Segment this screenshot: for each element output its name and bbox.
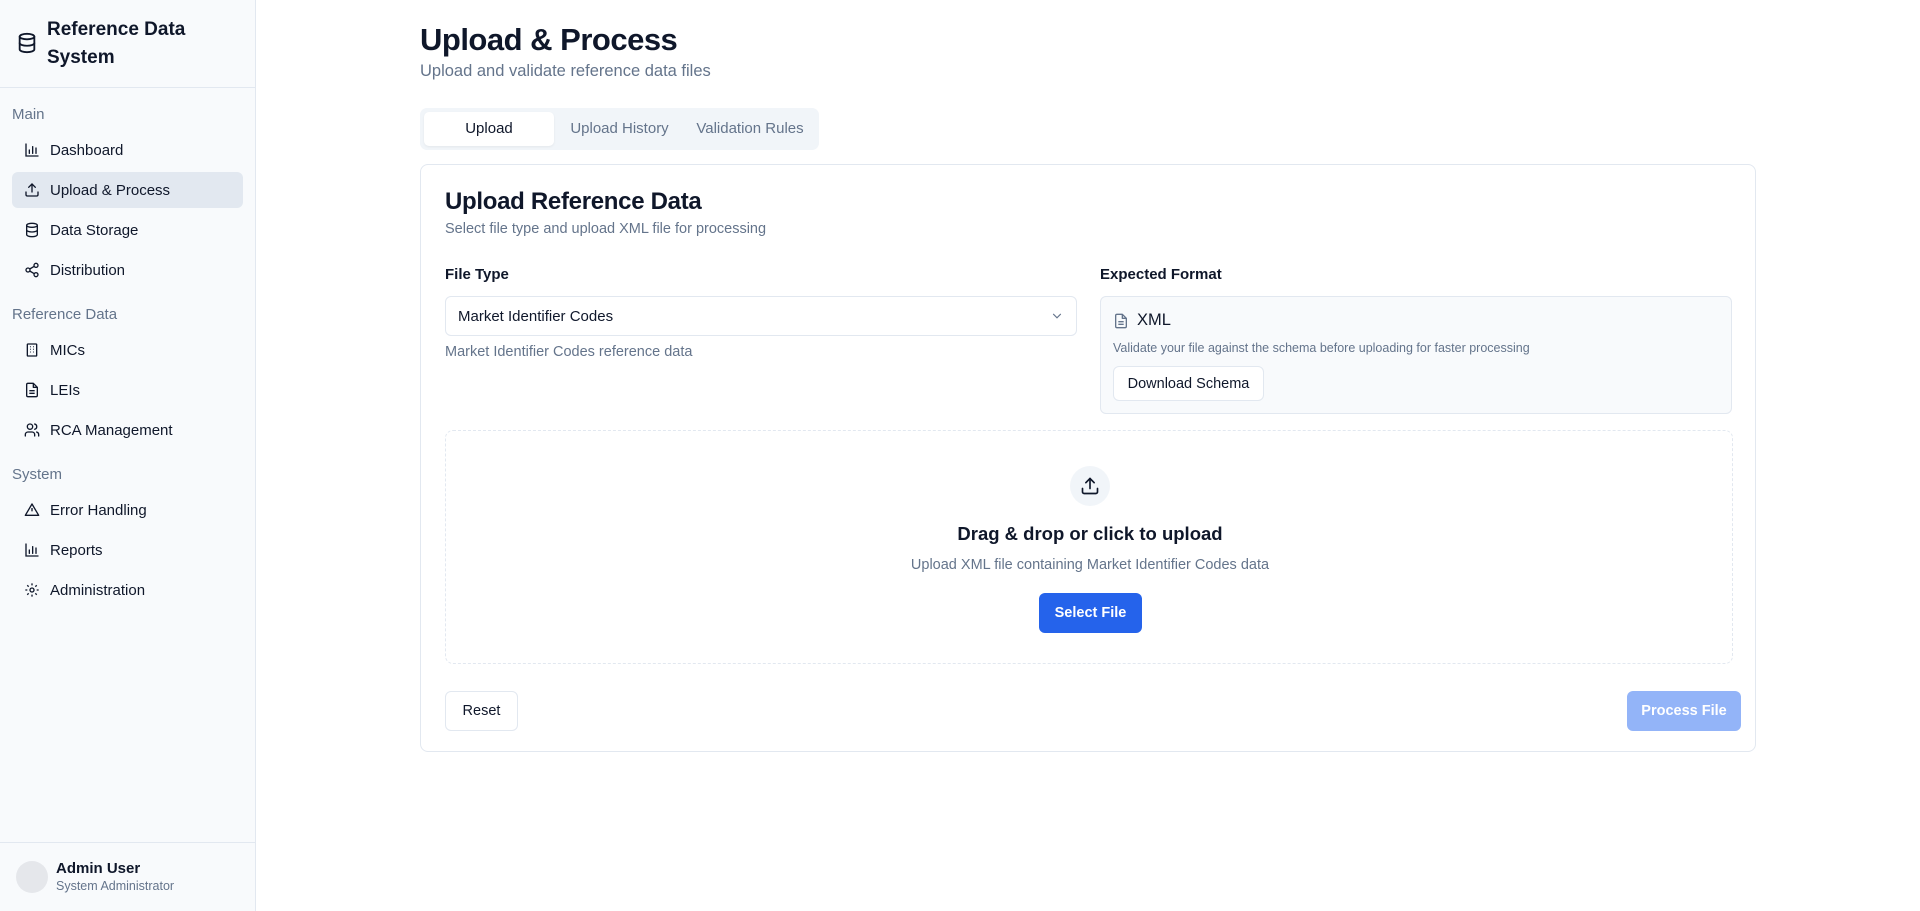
sidebar-item-label: Administration — [50, 581, 146, 599]
sidebar-item-error-handling[interactable]: Error Handling — [12, 492, 243, 528]
tab-upload-history[interactable]: Upload History — [554, 112, 685, 146]
sidebar-item-label: LEIs — [50, 381, 81, 399]
avatar — [16, 861, 48, 893]
building-icon — [26, 343, 38, 357]
download-schema-button[interactable]: Download Schema — [1113, 366, 1264, 401]
file-type-select[interactable]: Market Identifier Codes — [445, 296, 1077, 336]
file-text-icon — [26, 382, 38, 398]
sidebar-item-leis[interactable]: LEIs — [12, 372, 243, 408]
brand: Reference Data System — [0, 0, 255, 88]
format-header: XML — [1113, 311, 1171, 330]
file-type-value: Market Identifier Codes — [458, 307, 614, 325]
file-type-help: Market Identifier Codes reference data — [445, 344, 693, 360]
expected-format-box: XML Validate your file against the schem… — [1100, 296, 1732, 414]
share-icon — [25, 262, 39, 278]
bar-chart-icon — [25, 143, 39, 157]
dropzone-icon-circle — [1070, 466, 1110, 506]
sidebar-item-dashboard[interactable]: Dashboard — [12, 132, 243, 168]
card-title: Upload Reference Data — [445, 188, 702, 215]
upload-dropzone[interactable]: Drag & drop or click to upload Upload XM… — [445, 430, 1733, 664]
nav-group-main: Main Dashboard Upload & Process Data Sto… — [0, 105, 255, 288]
sidebar-item-distribution[interactable]: Distribution — [12, 252, 243, 288]
sidebar-item-mics[interactable]: MICs — [12, 332, 243, 368]
sidebar-item-reports[interactable]: Reports — [12, 532, 243, 568]
dropzone-subtitle: Upload XML file containing Market Identi… — [910, 557, 1270, 573]
app-title: Reference Data System — [47, 19, 186, 68]
database-icon — [18, 32, 36, 54]
sidebar-item-label: Reports — [50, 541, 103, 559]
bar-chart-icon — [25, 543, 39, 557]
sidebar-item-label: RCA Management — [50, 421, 173, 439]
sidebar-item-upload-process[interactable]: Upload & Process — [12, 172, 243, 208]
nav-group-reference-data: Reference Data MICs LEIs RCA Management — [0, 305, 255, 448]
upload-icon — [1081, 477, 1099, 495]
format-name: XML — [1137, 311, 1171, 329]
page-title: Upload & Process — [420, 22, 678, 57]
page-subtitle: Upload and validate reference data files — [420, 62, 711, 80]
tab-list: Upload Upload History Validation Rules — [420, 108, 819, 150]
sidebar-item-label: Distribution — [50, 261, 126, 279]
expected-format-label: Expected Format — [1100, 266, 1222, 283]
dropzone-title: Drag & drop or click to upload — [957, 523, 1223, 544]
sidebar-item-label: Error Handling — [50, 501, 147, 519]
sidebar-item-administration[interactable]: Administration — [12, 572, 243, 608]
chevron-down-icon — [1052, 313, 1062, 319]
sidebar: Reference Data System Main Dashboard Upl… — [0, 0, 256, 911]
format-note: Validate your file against the schema be… — [1113, 341, 1530, 355]
reset-button[interactable]: Reset — [445, 691, 518, 731]
upload-card: Upload Reference Data Select file type a… — [420, 164, 1756, 752]
card-subtitle: Select file type and upload XML file for… — [445, 221, 767, 237]
file-text-icon — [1115, 313, 1127, 328]
user-profile[interactable]: Admin User System Administrator — [0, 842, 256, 911]
group-label-reference-data: Reference Data — [12, 306, 118, 323]
nav-group-system: System Error Handling Reports Administra… — [0, 465, 255, 608]
user-role: System Administrator — [56, 879, 175, 893]
tab-validation-rules[interactable]: Validation Rules — [685, 112, 815, 146]
database-icon — [26, 222, 38, 238]
process-file-button[interactable]: Process File — [1627, 691, 1741, 731]
sidebar-item-label: Dashboard — [50, 141, 124, 159]
group-label-main: Main — [12, 106, 45, 123]
sidebar-item-label: Data Storage — [50, 221, 139, 239]
upload-icon — [25, 183, 39, 197]
group-label-system: System — [12, 466, 63, 483]
sidebar-item-label: MICs — [50, 341, 85, 359]
sidebar-item-rca-management[interactable]: RCA Management — [12, 412, 243, 448]
alert-triangle-icon — [24, 503, 40, 516]
sidebar-item-label: Upload & Process — [50, 181, 171, 199]
gear-icon — [25, 583, 39, 597]
file-type-label: File Type — [445, 266, 509, 283]
select-file-button[interactable]: Select File — [1039, 593, 1142, 633]
user-name: Admin User — [56, 860, 141, 877]
sidebar-item-data-storage[interactable]: Data Storage — [12, 212, 243, 248]
tab-upload[interactable]: Upload — [424, 112, 554, 146]
users-icon — [24, 423, 40, 437]
